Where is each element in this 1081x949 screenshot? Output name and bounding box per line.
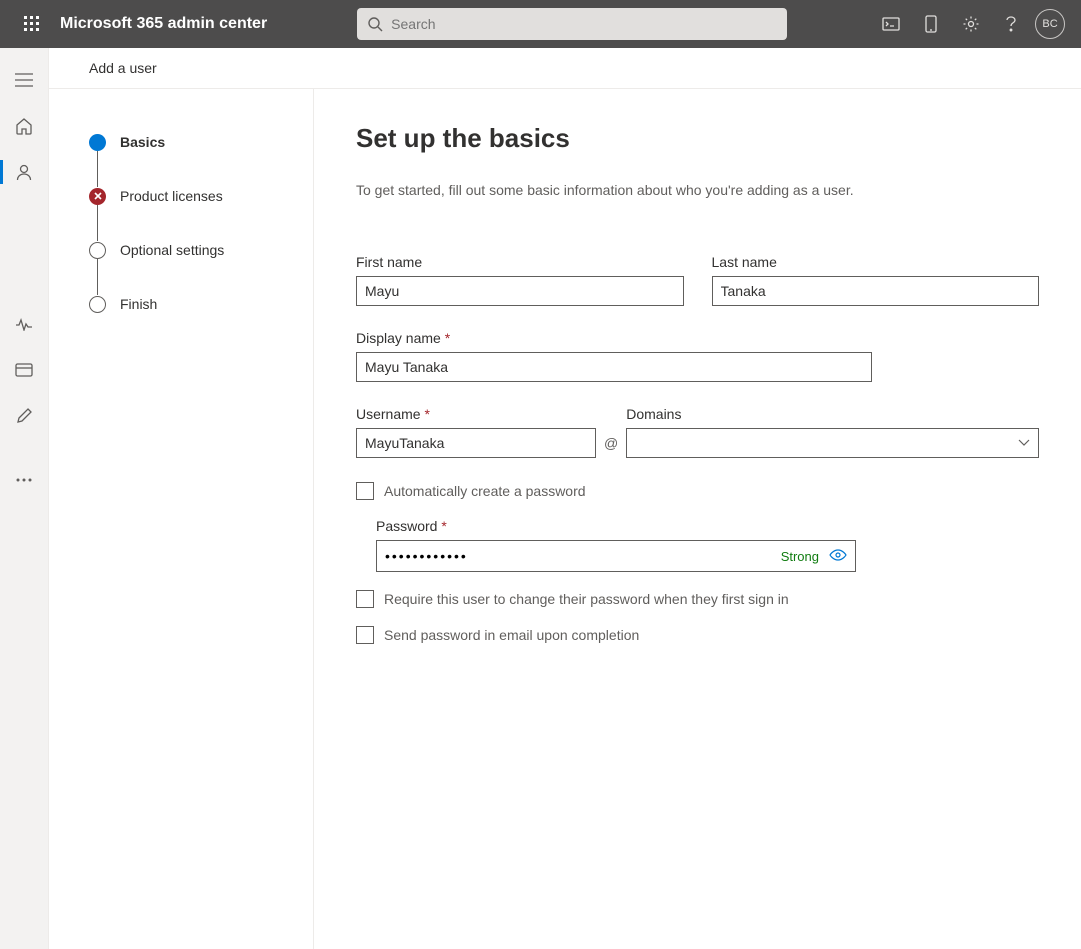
domains-label: Domains	[626, 406, 1039, 422]
last-name-input[interactable]	[712, 276, 1040, 306]
password-input-wrap: Strong	[376, 540, 856, 572]
require-change-label: Require this user to change their passwo…	[384, 591, 789, 607]
nav-more[interactable]	[0, 460, 48, 500]
nav-users[interactable]	[0, 152, 48, 192]
first-name-label: First name	[356, 254, 684, 270]
form-area: Set up the basics To get started, fill o…	[314, 89, 1081, 949]
password-input[interactable]	[385, 548, 781, 564]
left-nav-rail	[0, 48, 48, 949]
avatar[interactable]: BC	[1035, 9, 1065, 39]
nav-health[interactable]	[0, 304, 48, 344]
step-basics[interactable]: Basics	[89, 133, 313, 151]
password-strength: Strong	[781, 549, 819, 564]
last-name-label: Last name	[712, 254, 1040, 270]
send-email-label: Send password in email upon completion	[384, 627, 639, 643]
auto-password-label: Automatically create a password	[384, 483, 586, 499]
search-icon	[367, 16, 383, 32]
reveal-password-icon[interactable]	[829, 548, 847, 564]
search-input[interactable]	[391, 16, 777, 32]
require-change-checkbox[interactable]	[356, 590, 374, 608]
nav-home[interactable]	[0, 106, 48, 146]
shell-cmd-icon[interactable]	[871, 0, 911, 48]
nav-toggle-button[interactable]	[0, 60, 48, 100]
wizard-steps: Basics Product licenses Optional setting…	[49, 89, 314, 949]
step-optional-settings[interactable]: Optional settings	[89, 241, 313, 259]
step-finish[interactable]: Finish	[89, 295, 313, 313]
display-name-label: Display name *	[356, 330, 872, 346]
first-name-input[interactable]	[356, 276, 684, 306]
main-panel: Add a user Basics Product licenses Optio…	[48, 48, 1081, 949]
step-marker-pending-icon	[89, 242, 106, 259]
step-product-licenses[interactable]: Product licenses	[89, 187, 313, 205]
chevron-down-icon	[1018, 439, 1030, 447]
form-description: To get started, fill out some basic info…	[356, 182, 1039, 198]
page-title: Add a user	[49, 48, 1081, 89]
domains-select[interactable]	[626, 428, 1039, 458]
help-icon[interactable]	[991, 0, 1031, 48]
app-launcher-button[interactable]	[8, 0, 56, 48]
display-name-input[interactable]	[356, 352, 872, 382]
step-marker-pending-icon	[89, 296, 106, 313]
send-email-checkbox[interactable]	[356, 626, 374, 644]
username-label: Username *	[356, 406, 596, 422]
step-marker-error-icon	[89, 188, 106, 205]
mobile-icon[interactable]	[911, 0, 951, 48]
nav-setup[interactable]	[0, 396, 48, 436]
search-wrap	[357, 8, 787, 40]
app-title: Microsoft 365 admin center	[60, 15, 267, 33]
username-input[interactable]	[356, 428, 596, 458]
search-box[interactable]	[357, 8, 787, 40]
password-label: Password *	[376, 518, 1039, 534]
auto-password-checkbox[interactable]	[356, 482, 374, 500]
at-symbol: @	[604, 428, 618, 458]
top-header: Microsoft 365 admin center BC	[0, 0, 1081, 48]
nav-billing[interactable]	[0, 350, 48, 390]
form-heading: Set up the basics	[356, 123, 1039, 154]
step-marker-active-icon	[89, 134, 106, 151]
settings-icon[interactable]	[951, 0, 991, 48]
